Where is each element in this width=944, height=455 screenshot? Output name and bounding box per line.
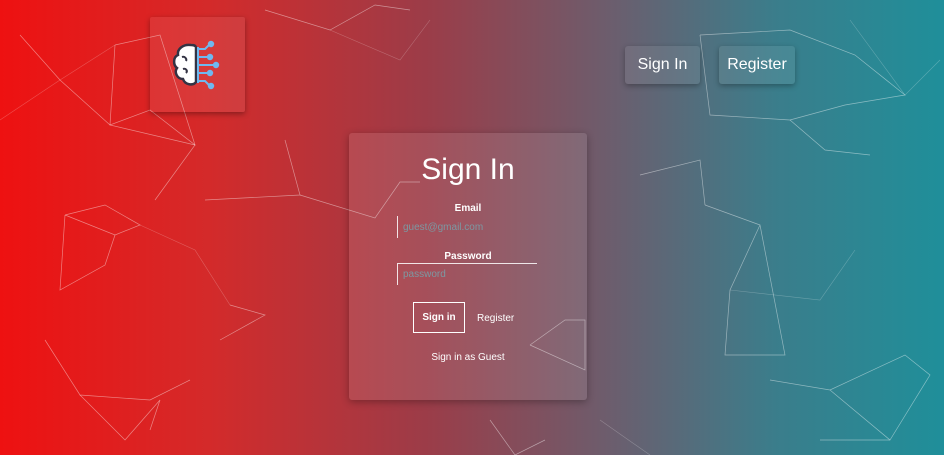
brain-circuit-icon — [172, 40, 219, 89]
guest-sign-in-link[interactable]: Sign in as Guest — [349, 352, 587, 363]
nav-sign-in-button[interactable]: Sign In — [625, 46, 700, 84]
nav-sign-in-label: Sign In — [637, 56, 688, 73]
password-field[interactable] — [397, 263, 537, 285]
nav-register-label: Register — [727, 56, 787, 73]
form-title: Sign In — [421, 153, 515, 186]
sign-in-card: Sign In Email Password Sign in Register … — [349, 133, 587, 400]
nav-register-button[interactable]: Register — [719, 46, 795, 84]
password-label: Password — [444, 251, 492, 262]
email-field[interactable] — [397, 216, 537, 238]
sign-in-button[interactable]: Sign in — [413, 302, 465, 333]
email-label: Email — [454, 203, 482, 214]
register-link[interactable]: Register — [477, 313, 514, 324]
logo[interactable] — [150, 17, 245, 112]
